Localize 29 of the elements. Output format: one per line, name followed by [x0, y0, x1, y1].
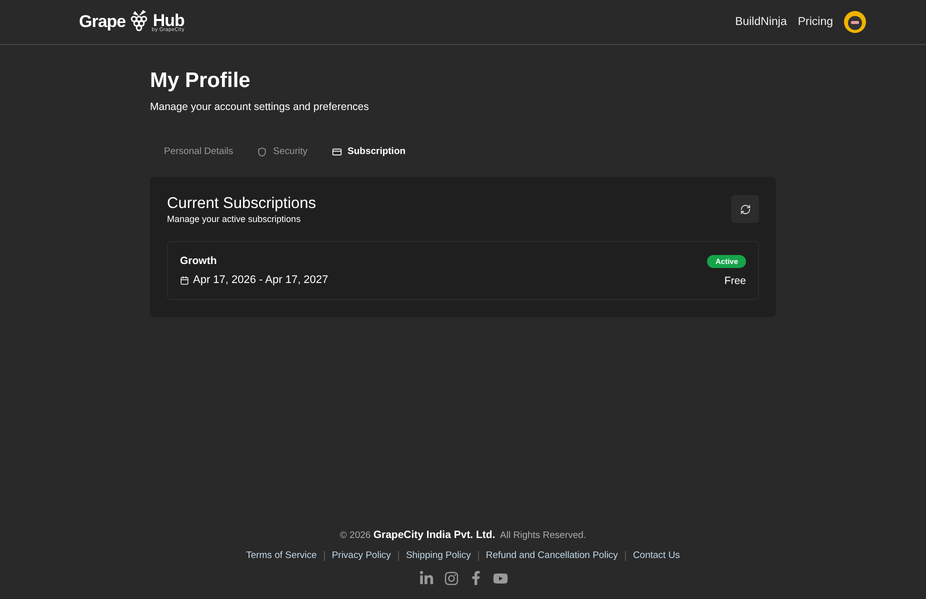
linkedin-icon[interactable] — [418, 571, 434, 586]
footer-link[interactable]: Contact Us — [632, 550, 680, 561]
card-icon — [332, 146, 342, 156]
tab[interactable]: Personal Details — [164, 146, 234, 157]
card-title: Current Subscriptions — [167, 195, 316, 213]
footer-link[interactable]: Shipping Policy — [406, 550, 471, 561]
footer-link[interactable]: Refund and Cancellation Policy — [486, 550, 618, 561]
logo-text: Hub — [152, 12, 184, 28]
refresh-button[interactable] — [731, 195, 759, 223]
plan-price: Free — [724, 275, 746, 287]
refresh-icon — [740, 204, 750, 214]
avatar-icon[interactable] — [844, 11, 866, 33]
tab[interactable]: Subscription — [332, 146, 406, 157]
copyright-text: © 2026 GrapeCity India Pvt. Ltd. All Rights Reserved. — [340, 529, 586, 541]
footer-link[interactable]: Privacy Policy — [332, 550, 391, 561]
page-subtitle: Manage your account settings and preferences — [150, 101, 370, 113]
page-title: My Profile — [150, 69, 252, 93]
nav-link[interactable]: BuildNinja — [735, 16, 787, 28]
shield-icon — [257, 146, 268, 156]
footer-link[interactable]: Terms of Service — [246, 550, 317, 561]
youtube-icon[interactable] — [492, 571, 508, 586]
tab[interactable]: Security — [257, 146, 308, 157]
instagram-icon[interactable] — [444, 571, 458, 586]
nav-link[interactable]: Pricing — [798, 16, 833, 28]
calendar-icon — [180, 276, 189, 284]
plan-name: Growth — [180, 255, 217, 267]
date-range: Apr 17, 2026 - Apr 17, 2027 — [193, 274, 328, 286]
logo-text: Grape — [79, 12, 126, 32]
card-subtitle: Manage your active subscriptions — [167, 214, 302, 224]
